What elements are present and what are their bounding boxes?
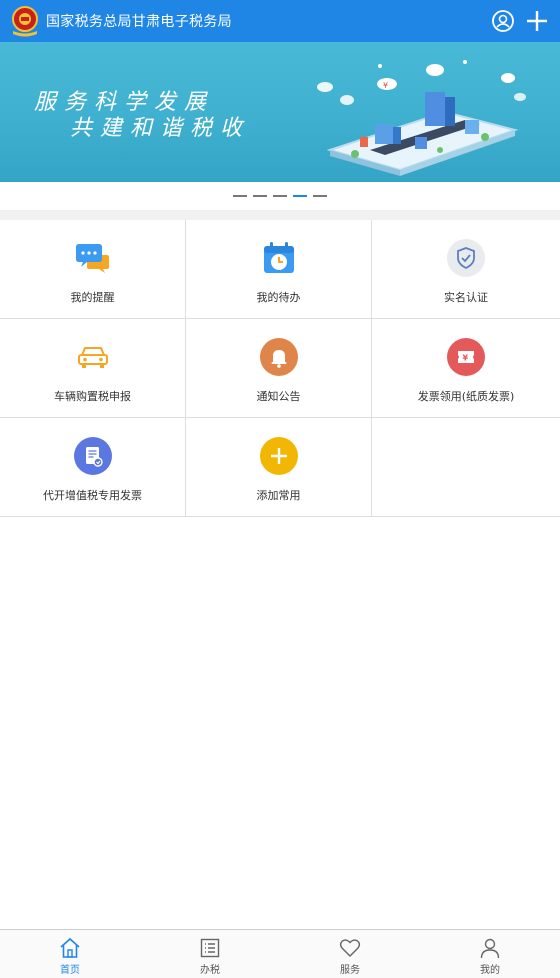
grid-item-invoice-request[interactable]: ¥ 发票领用(纸质发票) <box>372 319 560 418</box>
add-circle-icon <box>259 437 298 475</box>
app-header: 国家税务总局甘肃电子税务局 <box>0 0 560 42</box>
tab-label: 我的 <box>480 965 500 976</box>
add-button[interactable] <box>522 6 552 36</box>
heart-icon <box>339 939 361 957</box>
user-button[interactable] <box>488 6 518 36</box>
tax-emblem-icon <box>10 6 40 37</box>
grid-item-empty <box>372 418 560 517</box>
grid-item-notices[interactable]: 通知公告 <box>186 319 372 418</box>
grid-item-label: 发票领用(纸质发票) <box>417 390 515 403</box>
document-edit-icon <box>73 437 112 475</box>
grid-item-label: 我的待办 <box>256 291 301 304</box>
grid-item-real-name-auth[interactable]: 实名认证 <box>372 220 560 319</box>
grid-item-vat-invoice[interactable]: 代开增值税专用发票 <box>0 418 186 517</box>
smart-city-illustration: ¥ <box>317 60 526 176</box>
chat-bubble-icon <box>74 239 112 277</box>
invoice-ticket-icon: ¥ <box>447 338 485 376</box>
grid-item-label: 添加常用 <box>256 489 301 502</box>
list-icon <box>200 938 220 958</box>
grid-item-label: 通知公告 <box>256 390 301 403</box>
tab-services[interactable]: 服务 <box>280 930 420 978</box>
app-title: 国家税务总局甘肃电子税务局 <box>46 14 232 30</box>
grid-item-my-reminders[interactable]: 我的提醒 <box>0 220 186 319</box>
tab-home[interactable]: 首页 <box>0 930 140 978</box>
tab-tax-handling[interactable]: 办税 <box>140 930 280 978</box>
tab-label: 服务 <box>340 965 360 976</box>
grid-item-vehicle-tax[interactable]: 车辆购置税申报 <box>0 319 186 418</box>
bottom-tab-bar: 首页 办税 服务 我的 <box>0 929 560 978</box>
banner-slogan-line2: 共建和谐税收 <box>70 116 251 141</box>
function-grid: 我的提醒 我的待办 实名认证 车辆购置税申报 通知公告 ¥ 发票领用(纸质发票)… <box>0 220 560 517</box>
section-divider <box>0 210 560 220</box>
grid-item-label: 实名认证 <box>444 291 488 304</box>
tab-label: 首页 <box>60 965 80 976</box>
person-icon <box>480 938 500 959</box>
grid-item-label: 我的提醒 <box>70 291 115 304</box>
pager-dot[interactable] <box>273 195 287 197</box>
promo-banner[interactable]: 服务科学发展 共建和谐税收 ¥ <box>0 42 560 182</box>
home-icon <box>60 937 80 958</box>
pager-dot[interactable] <box>253 195 267 197</box>
grid-item-label: 代开增值税专用发票 <box>43 489 142 502</box>
svg-text:¥: ¥ <box>383 81 388 90</box>
svg-text:¥: ¥ <box>463 354 469 363</box>
bell-icon <box>259 338 298 376</box>
user-icon <box>492 10 514 32</box>
calendar-clock-icon <box>260 239 298 277</box>
shield-check-icon <box>447 239 485 277</box>
banner-pager[interactable] <box>0 182 560 210</box>
grid-item-my-todos[interactable]: 我的待办 <box>186 220 372 319</box>
car-icon <box>74 338 112 376</box>
pager-dot[interactable] <box>233 195 247 197</box>
pager-dot-active[interactable] <box>293 195 307 197</box>
tab-mine[interactable]: 我的 <box>420 930 560 978</box>
tab-label: 办税 <box>200 965 220 976</box>
grid-item-label: 车辆购置税申报 <box>54 390 131 403</box>
grid-item-add-favorite[interactable]: 添加常用 <box>186 418 372 517</box>
plus-icon <box>527 11 547 31</box>
pager-dot[interactable] <box>313 195 327 197</box>
